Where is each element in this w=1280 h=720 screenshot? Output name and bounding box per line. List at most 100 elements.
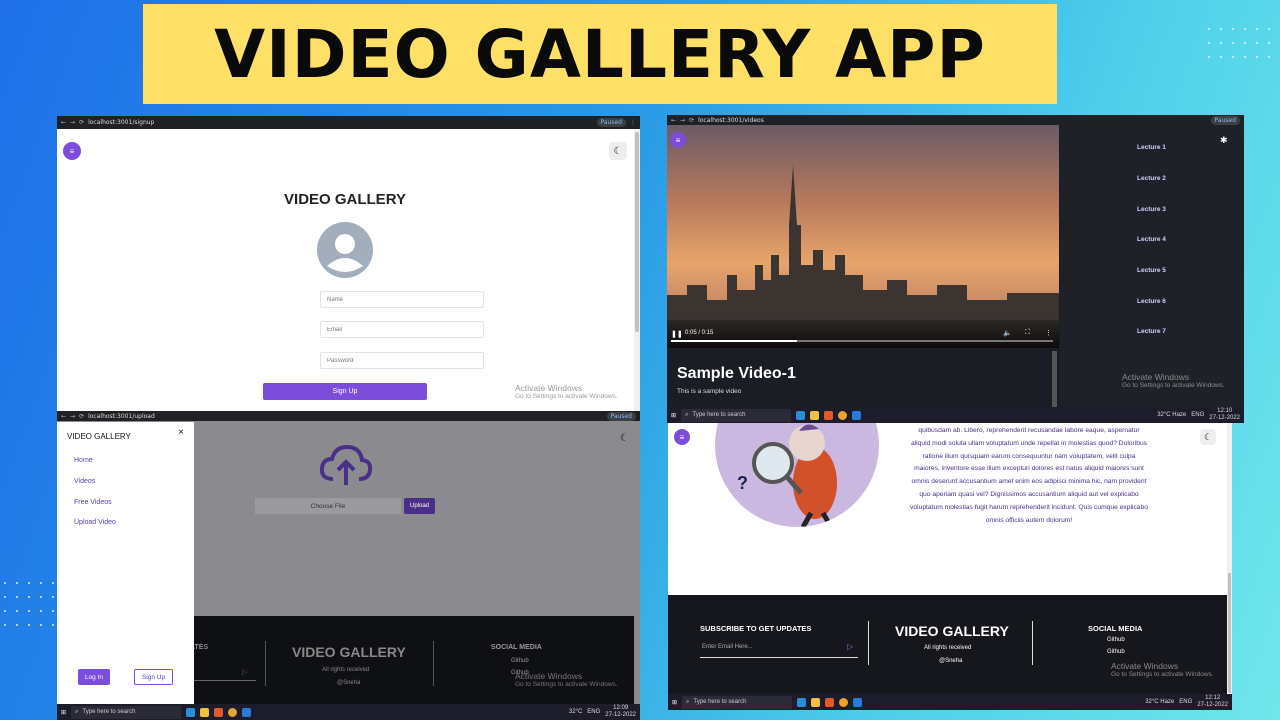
lecture-item[interactable]: Lecture 2 [1137,175,1166,182]
mute-icon[interactable]: 🔈 [1003,329,1012,337]
windows-start-icon[interactable]: ⊞ [671,412,676,419]
menu-toggle-button[interactable]: ≡ [670,132,686,148]
brave-icon[interactable] [825,697,835,707]
close-icon[interactable]: × [178,427,184,438]
social-link-github[interactable]: Github [1107,637,1125,643]
nav-link-upload-video[interactable]: Upload Video [74,519,116,526]
scrollbar[interactable] [1227,423,1232,693]
profile-paused-badge[interactable]: Paused [606,411,636,421]
side-signup-button[interactable]: Sign Up [134,669,173,685]
nav-link-free-videos[interactable]: Free Videos [74,499,112,506]
send-icon[interactable]: ▷ [242,668,247,676]
edge-icon[interactable] [796,410,806,420]
taskbar-search[interactable]: ⌕ Type here to search [71,705,182,719]
progress-bar[interactable] [671,340,1053,342]
weather-text[interactable]: 32°C Haze [1145,699,1174,705]
dark-mode-toggle[interactable]: ☾ [620,433,629,444]
footer-rights: All rights received [322,667,370,673]
menu-toggle-button[interactable]: ≡ [63,142,81,160]
taskbar-search[interactable]: ⌕ Type here to search [682,695,793,709]
vscode-icon[interactable] [242,707,252,717]
clock[interactable]: 12:10 27-12-2022 [1209,408,1240,422]
brave-icon[interactable] [214,707,224,717]
chrome-icon[interactable] [838,410,848,420]
name-field[interactable] [320,291,484,308]
clock[interactable]: 12:09 27-12-2022 [605,705,636,719]
email-field[interactable] [320,321,484,338]
lecture-item[interactable]: Lecture 1 [1137,144,1166,151]
subscribe-underline [700,657,858,658]
vscode-icon[interactable] [853,697,863,707]
dark-mode-toggle[interactable]: ☾ [1200,429,1216,445]
subscribe-title: SUBSCRIBE TO GET UPDATES [700,624,812,633]
address-bar[interactable]: localhost:3001/upload [88,413,155,420]
back-icon[interactable]: ← [61,119,66,126]
clock[interactable]: 12:12 27-12-2022 [1197,695,1228,709]
lecture-item[interactable]: Lecture 6 [1137,298,1166,305]
social-link-github[interactable]: Github [1107,649,1125,655]
weather-text[interactable]: 32°C [569,709,582,715]
weather-text[interactable]: 32°C Haze [1157,412,1186,418]
vscode-icon[interactable] [852,410,862,420]
lecture-item[interactable]: Lecture 4 [1137,236,1166,243]
profile-paused-badge[interactable]: Paused [1210,115,1240,125]
description-scrollbar[interactable] [1052,351,1057,407]
lecture-item[interactable]: Lecture 3 [1137,206,1166,213]
choose-file-button[interactable]: Choose File [255,498,401,514]
videos-screenshot: ← → ⟳ localhost:3001/videos Paused ≡ ❚❚ … [667,115,1244,423]
taskbar-search[interactable]: ⌕ Type here to search [681,408,792,422]
dark-mode-toggle[interactable]: ☾ [609,142,627,160]
reload-icon[interactable]: ⟳ [79,413,84,420]
forward-icon[interactable]: → [70,119,75,126]
video-time: 0:05 / 0:15 [685,330,714,336]
folder-icon[interactable] [200,707,210,717]
address-bar[interactable]: localhost:3001/signup [88,119,154,126]
edge-icon[interactable] [797,697,807,707]
fullscreen-icon[interactable]: ⛶ [1025,329,1030,337]
about-screenshot: ≡ ☾ ? quibusdam ab. Libero, reprehenderi… [668,423,1232,710]
back-icon[interactable]: ← [61,413,66,420]
windows-start-icon[interactable]: ⊞ [672,699,677,706]
send-icon[interactable]: ▷ [847,642,853,651]
footer-divider [868,621,869,665]
pause-icon[interactable]: ❚❚ [671,330,683,338]
browser-toolbar: ← → ⟳ localhost:3001/videos Paused [667,115,1244,125]
windows-start-icon[interactable]: ⊞ [61,709,66,716]
password-field[interactable] [320,352,484,369]
video-player[interactable]: ≡ ❚❚ 0:05 / 0:15 🔈 ⛶ ⋮ [667,125,1059,348]
subscribe-email-input[interactable]: Enter Email Here... [702,644,852,650]
language-text[interactable]: ENG [587,709,600,715]
edge-icon[interactable] [186,707,196,717]
site-footer: SUBSCRIBE TO GET UPDATES Enter Email Her… [668,595,1227,694]
nav-link-home[interactable]: Home [74,457,93,464]
video-controls: ❚❚ 0:05 / 0:15 🔈 ⛶ ⋮ [667,318,1059,348]
more-icon[interactable]: ⋮ [1045,329,1052,337]
language-text[interactable]: ENG [1191,412,1204,418]
profile-paused-badge[interactable]: Paused [596,118,626,127]
reload-icon[interactable]: ⟳ [79,119,84,126]
folder-icon[interactable] [810,410,820,420]
chrome-icon[interactable] [228,707,238,717]
folder-icon[interactable] [811,697,821,707]
lecture-item[interactable]: Lecture 5 [1137,267,1166,274]
brave-icon[interactable] [824,410,834,420]
settings-icon[interactable]: ✱ [1220,135,1228,146]
address-bar[interactable]: localhost:3001/videos [698,117,764,124]
language-text[interactable]: ENG [1179,699,1192,705]
reload-icon[interactable]: ⟳ [689,117,694,124]
signup-submit-button[interactable]: Sign Up [263,383,427,400]
search-icon: ⌕ [685,411,689,418]
forward-icon[interactable]: → [680,117,685,124]
forward-icon[interactable]: → [70,413,75,420]
social-link-github[interactable]: Github [511,658,529,664]
lecture-item[interactable]: Lecture 7 [1137,328,1166,335]
upload-button[interactable]: Upload [404,498,435,514]
back-icon[interactable]: ← [671,117,676,124]
menu-toggle-button[interactable]: ≡ [674,429,690,445]
nav-link-videos[interactable]: Videos [74,478,95,485]
city-skyline [667,165,1059,348]
scrollbar[interactable] [634,130,640,412]
login-button[interactable]: Log In [78,669,110,685]
chrome-icon[interactable] [839,697,849,707]
menu-icon[interactable]: ⋮ [630,119,636,126]
